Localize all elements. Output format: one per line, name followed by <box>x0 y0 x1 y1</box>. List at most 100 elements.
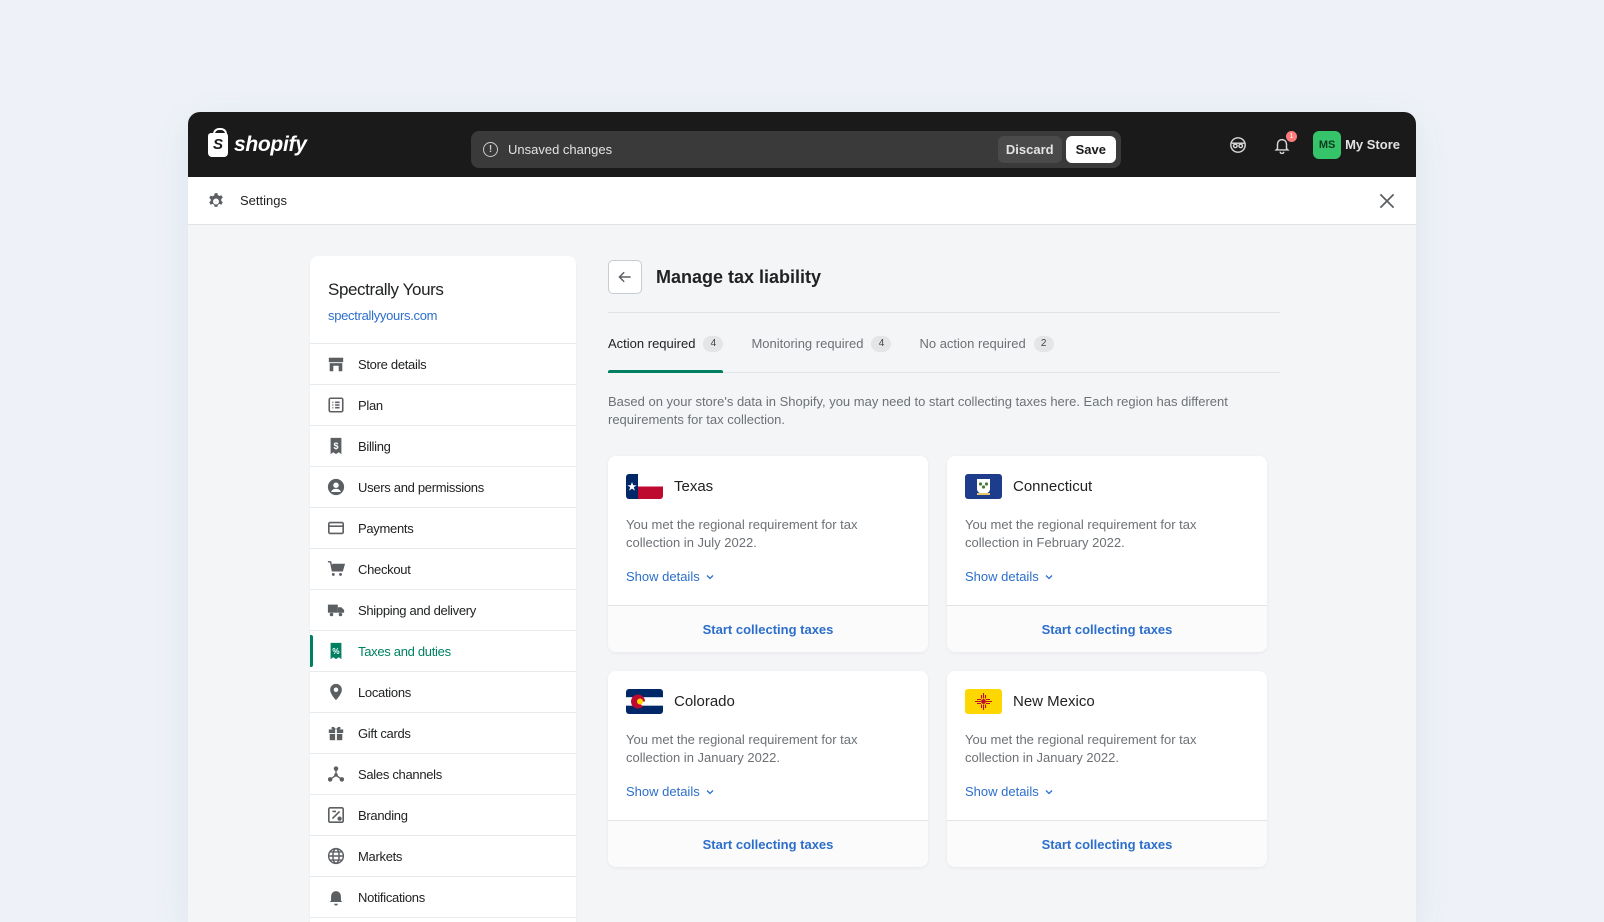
tab-count-badge: 4 <box>871 335 892 352</box>
store-icon <box>326 354 346 374</box>
connecticut-flag-icon <box>965 474 1002 499</box>
save-button[interactable]: Save <box>1065 136 1116 163</box>
tab-monitoring-required[interactable]: Monitoring required 4 <box>751 313 892 372</box>
tab-count-badge: 4 <box>703 335 724 352</box>
user-icon <box>326 477 346 497</box>
notification-bell-icon[interactable]: 1 <box>1271 130 1298 156</box>
region-card-connecticut: Connecticut You met the regional require… <box>947 456 1267 652</box>
svg-text:$: $ <box>333 441 338 451</box>
plan-icon <box>326 395 346 415</box>
sidebar-item-markets[interactable]: Markets <box>310 836 576 877</box>
gear-icon <box>206 191 226 211</box>
sidebar-item-label: Store details <box>358 356 427 372</box>
start-collecting-taxes-button[interactable]: Start collecting taxes <box>703 837 834 852</box>
notification-badge: 1 <box>1286 130 1298 142</box>
show-details-link[interactable]: Show details <box>626 569 715 584</box>
location-pin-icon <box>326 682 346 702</box>
start-collecting-taxes-button[interactable]: Start collecting taxes <box>1042 837 1173 852</box>
card-footer: Start collecting taxes <box>608 605 928 652</box>
close-icon[interactable] <box>1376 190 1398 212</box>
payments-icon <box>326 518 346 538</box>
discard-button[interactable]: Discard <box>997 136 1062 163</box>
sidebar-item-label: Shipping and delivery <box>358 602 477 618</box>
region-card-grid: Texas You met the regional requirement f… <box>608 456 1280 867</box>
region-description: You met the regional requirement for tax… <box>626 517 858 550</box>
back-button[interactable] <box>608 260 642 294</box>
show-details-link[interactable]: Show details <box>965 569 1054 584</box>
new-mexico-flag-icon <box>965 689 1002 714</box>
region-title: Colorado <box>674 693 735 710</box>
card-footer: Start collecting taxes <box>947 605 1267 652</box>
sidebar-item-label: Sales channels <box>358 766 442 782</box>
tab-no-action-required[interactable]: No action required 2 <box>919 313 1054 372</box>
shopify-logo[interactable]: S shopify <box>208 127 307 157</box>
truck-icon <box>326 600 346 620</box>
billing-icon: $ <box>326 436 346 456</box>
store-title: Spectrally Yours <box>328 280 444 299</box>
region-card-new-mexico: New Mexico You met the regional requirem… <box>947 671 1267 867</box>
chevron-down-icon <box>1045 789 1053 794</box>
sidebar-item-sales-channels[interactable]: Sales channels <box>310 754 576 795</box>
arrow-left-icon <box>618 271 631 283</box>
tab-label: Monitoring required <box>751 336 864 351</box>
sidebar-item-label: Checkout <box>358 561 411 577</box>
chevron-down-icon <box>706 789 714 794</box>
start-collecting-taxes-button[interactable]: Start collecting taxes <box>703 622 834 637</box>
sidebar-item-payments[interactable]: Payments <box>310 508 576 549</box>
region-title: Texas <box>674 478 714 495</box>
info-icon: ! <box>483 142 498 157</box>
sidebar-item-store-details[interactable]: Store details <box>310 344 576 385</box>
sidebar-item-branding[interactable]: Branding <box>310 795 576 836</box>
sidebar-item-gift-cards[interactable]: Gift cards <box>310 713 576 754</box>
store-info: Spectrally Yours spectrallyyours.com <box>310 256 576 344</box>
avatar[interactable]: MS <box>1313 130 1342 159</box>
sidebar-item-users[interactable]: Users and permissions <box>310 467 576 508</box>
sidebar-item-shipping[interactable]: Shipping and delivery <box>310 590 576 631</box>
globe-icon <box>326 846 346 866</box>
show-details-link[interactable]: Show details <box>626 784 715 799</box>
logo-text: shopify <box>234 132 307 156</box>
card-footer: Start collecting taxes <box>947 820 1267 867</box>
colorado-flag-icon <box>626 689 663 714</box>
tab-action-required[interactable]: Action required 4 <box>608 313 724 373</box>
region-description: You met the regional requirement for tax… <box>965 517 1197 550</box>
tab-list: Action required 4 Monitoring required 4 … <box>608 313 1280 373</box>
tab-count-badge: 2 <box>1033 335 1054 352</box>
branding-icon <box>326 805 346 825</box>
card-footer: Start collecting taxes <box>608 820 928 867</box>
show-details-label: Show details <box>626 569 700 584</box>
channels-icon <box>326 764 346 784</box>
page-header: Manage tax liability <box>608 259 1280 295</box>
top-bar: S shopify ! Unsaved changes Discard Save <box>188 112 1416 177</box>
bell-icon <box>326 887 346 907</box>
settings-title: Settings <box>240 193 287 208</box>
admin-window: S shopify ! Unsaved changes Discard Save <box>188 112 1416 922</box>
start-collecting-taxes-button[interactable]: Start collecting taxes <box>1042 622 1173 637</box>
store-name-menu[interactable]: My Store <box>1345 137 1400 152</box>
tab-label: No action required <box>919 336 1026 351</box>
sidebar-item-label: Taxes and duties <box>358 643 451 659</box>
sidebar-item-taxes[interactable]: % Taxes and duties <box>310 631 576 672</box>
sidebar-item-label: Payments <box>358 520 414 536</box>
region-title: New Mexico <box>1013 693 1095 710</box>
sidebar-item-label: Locations <box>358 684 411 700</box>
store-url-link[interactable]: spectrallyyours.com <box>328 308 558 323</box>
sidebar-item-billing[interactable]: $ Billing <box>310 426 576 467</box>
sidebar-item-label: Gift cards <box>358 725 411 741</box>
page-title: Manage tax liability <box>656 266 822 287</box>
show-details-label: Show details <box>626 784 700 799</box>
sidebar-item-locations[interactable]: Locations <box>310 672 576 713</box>
svg-text:%: % <box>332 647 339 656</box>
incognito-icon[interactable] <box>1227 134 1249 156</box>
chevron-down-icon <box>706 574 714 579</box>
settings-header: Settings <box>188 177 1416 225</box>
tab-label: Action required <box>608 336 696 351</box>
gift-icon <box>326 723 346 743</box>
sidebar-item-checkout[interactable]: Checkout <box>310 549 576 590</box>
show-details-label: Show details <box>965 569 1039 584</box>
sidebar-item-plan[interactable]: Plan <box>310 385 576 426</box>
region-description: You met the regional requirement for tax… <box>965 732 1197 765</box>
intro-text: Based on your store's data in Shopify, y… <box>608 394 1228 427</box>
show-details-link[interactable]: Show details <box>965 784 1054 799</box>
sidebar-item-notifications[interactable]: Notifications <box>310 877 576 918</box>
